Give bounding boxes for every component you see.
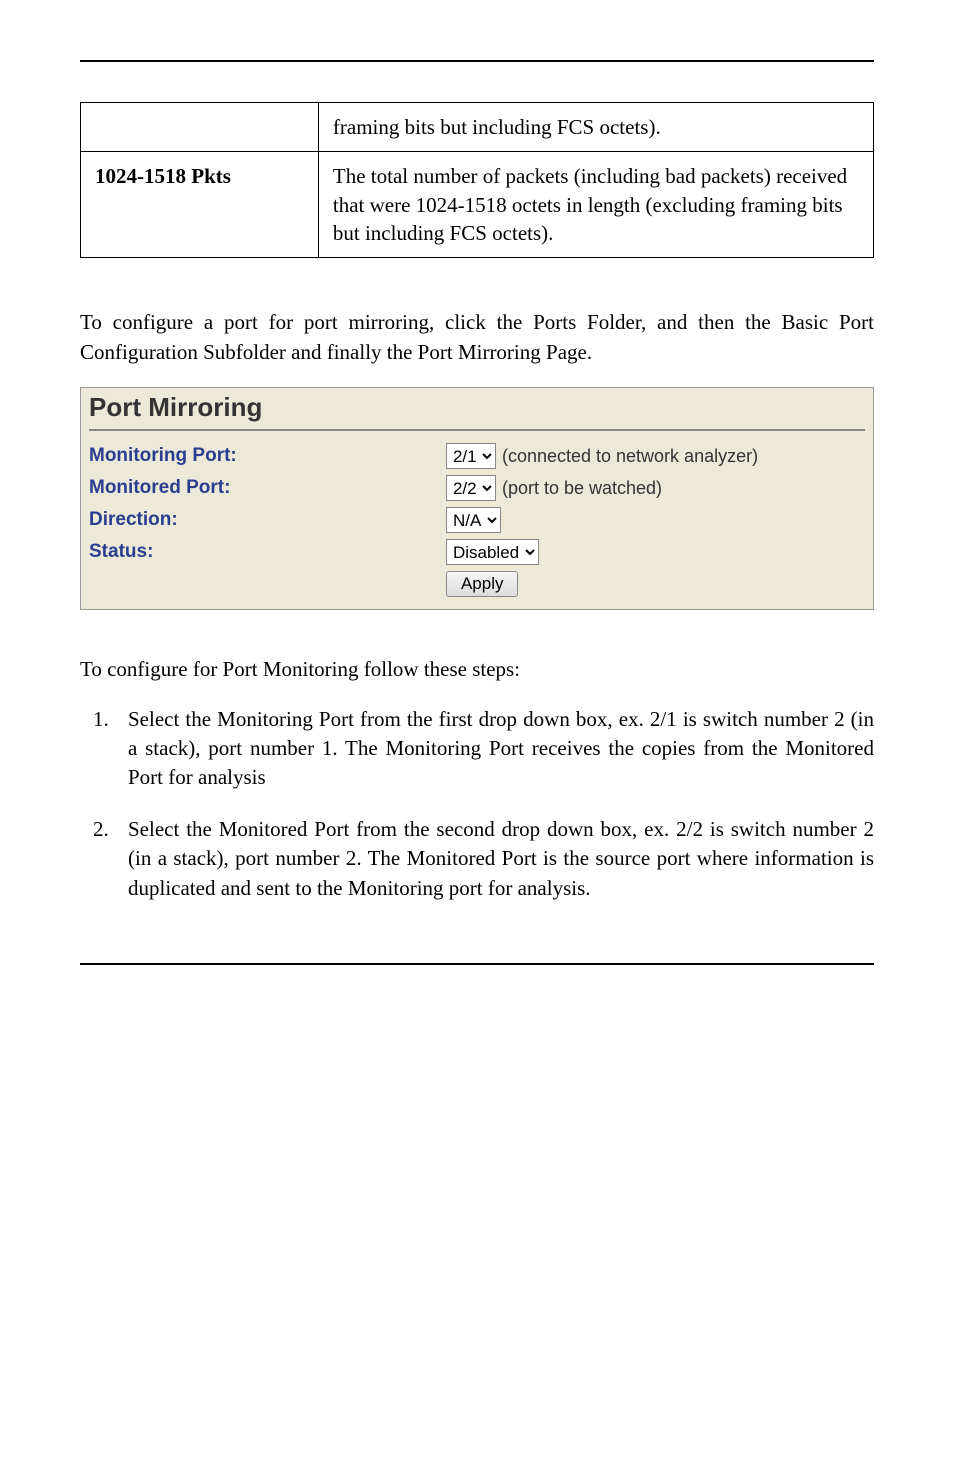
port-mirroring-panel: Port Mirroring Monitoring Port: 2/1 (con…: [80, 387, 874, 610]
definition-table: framing bits but including FCS octets). …: [80, 102, 874, 258]
monitored-port-select[interactable]: 2/2: [446, 475, 496, 501]
monitored-port-row: Monitored Port: 2/2 (port to be watched): [89, 475, 865, 501]
monitoring-port-select[interactable]: 2/1: [446, 443, 496, 469]
status-row: Status: Disabled: [89, 539, 865, 565]
panel-title: Port Mirroring: [89, 392, 865, 431]
monitoring-port-row: Monitoring Port: 2/1 (connected to netwo…: [89, 443, 865, 469]
row1-desc-cell: framing bits but including FCS octets).: [318, 103, 873, 152]
status-label: Status:: [89, 541, 446, 563]
monitored-port-hint: (port to be watched): [502, 478, 662, 499]
direction-row: Direction: N/A: [89, 507, 865, 533]
monitoring-port-label: Monitoring Port:: [89, 445, 446, 467]
row2-label-cell: 1024-1518 Pkts: [81, 152, 319, 258]
monitoring-port-hint: (connected to network analyzer): [502, 446, 758, 467]
apply-row: Apply: [89, 571, 865, 597]
apply-button[interactable]: Apply: [446, 571, 519, 597]
table-row: framing bits but including FCS octets).: [81, 103, 874, 152]
steps-intro: To configure for Port Monitoring follow …: [80, 655, 874, 684]
list-item: Select the Monitored Port from the secon…: [114, 815, 874, 903]
direction-select[interactable]: N/A: [446, 507, 501, 533]
bottom-rule: [80, 963, 874, 965]
top-rule: [80, 60, 874, 62]
monitored-port-label: Monitored Port:: [89, 477, 446, 499]
table-row: 1024-1518 Pkts The total number of packe…: [81, 152, 874, 258]
row2-desc-cell: The total number of packets (including b…: [318, 152, 873, 258]
list-item: Select the Monitoring Port from the firs…: [114, 705, 874, 793]
direction-label: Direction:: [89, 509, 446, 531]
status-select[interactable]: Disabled: [446, 539, 539, 565]
intro-paragraph: To configure a port for port mirroring, …: [80, 308, 874, 367]
row1-label-cell: [81, 103, 319, 152]
steps-list: Select the Monitoring Port from the firs…: [80, 705, 874, 903]
